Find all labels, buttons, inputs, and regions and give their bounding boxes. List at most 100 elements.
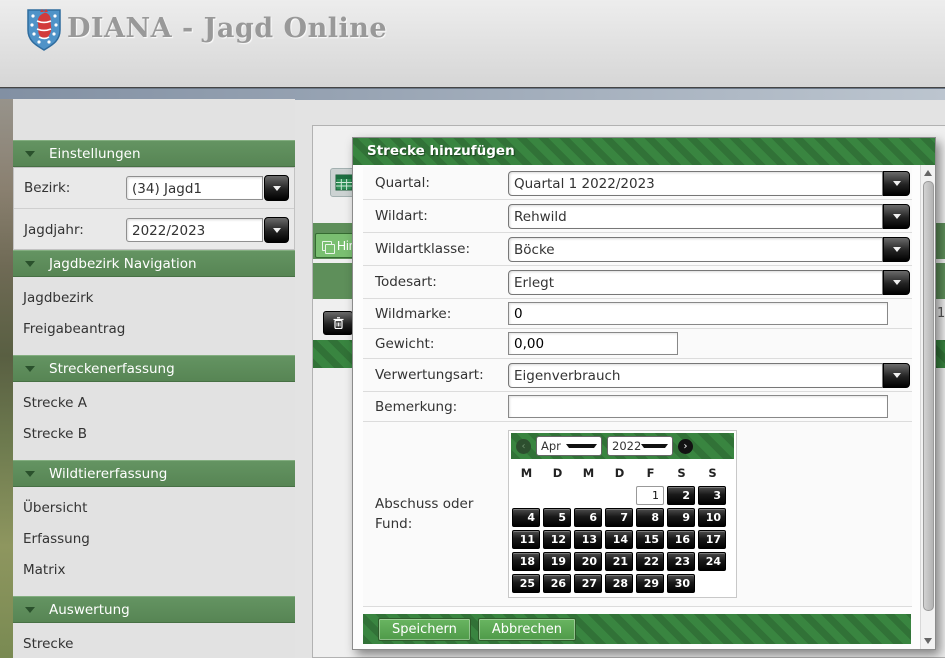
year-select[interactable]: 2022 [607, 436, 673, 456]
dropdown-arrow-icon [893, 247, 901, 252]
calendar-day-7[interactable]: 7 [605, 508, 633, 527]
scrollbar-down-icon[interactable] [924, 638, 932, 644]
sidebar-item-strecke-a[interactable]: Strecke A [13, 388, 295, 419]
calendar-day-22[interactable]: 22 [636, 552, 664, 571]
calendar-day-23[interactable]: 23 [667, 552, 695, 571]
background-photo [0, 99, 13, 658]
copy-icon [322, 241, 332, 251]
calendar-day-9[interactable]: 9 [667, 508, 695, 527]
settings-box: Bezirk: (34) Jagd1 Jagdjahr: 2022/2023 [13, 167, 295, 250]
verwertungsart-value[interactable]: Eigenverbrauch [508, 363, 883, 388]
jagdjahr-dropdown-button[interactable] [264, 217, 289, 243]
calendar-next-icon[interactable]: › [678, 439, 693, 454]
date-picker-header: ‹ Apr 2022 › [511, 433, 734, 459]
scrollbar-thumb[interactable] [923, 181, 934, 611]
app-header: DIANA - Jagd Online [0, 0, 945, 88]
bezirk-dropdown[interactable]: (34) Jagd1 [126, 175, 289, 201]
bemerkung-row: Bemerkung: [363, 392, 912, 422]
calendar-day-14[interactable]: 14 [605, 530, 633, 549]
verwertungsart-dropdown-button[interactable] [883, 363, 910, 388]
calendar-day-3[interactable]: 3 [698, 486, 726, 505]
calendar-day-19[interactable]: 19 [543, 552, 571, 571]
calendar-day-12[interactable]: 12 [543, 530, 571, 549]
bezirk-dropdown-button[interactable] [264, 175, 289, 201]
strecke-hinzufuegen-dialog: Strecke hinzufügen Quartal: Quartal 1 20… [352, 137, 936, 650]
wildartklasse-value[interactable]: Böcke [508, 237, 883, 262]
dialog-scrollbar[interactable] [920, 165, 935, 649]
verwertungsart-dropdown[interactable]: Eigenverbrauch [508, 363, 910, 388]
quartal-dropdown-button[interactable] [883, 171, 910, 196]
wildart-row: Wildart: Rehwild [363, 200, 912, 233]
save-button[interactable]: Speichern [378, 618, 471, 641]
calendar-day-10[interactable]: 10 [698, 508, 726, 527]
trash-icon [333, 317, 344, 329]
quartal-value[interactable]: Quartal 1 2022/2023 [508, 171, 883, 196]
row-count: 1 [937, 306, 945, 321]
collapse-arrow-icon [25, 151, 35, 157]
abschuss-label: Abschuss oder Fund: [375, 494, 508, 535]
delete-button[interactable] [323, 311, 353, 335]
collapse-arrow-icon [25, 366, 35, 372]
todesart-dropdown-button[interactable] [883, 270, 910, 295]
calendar-day-15[interactable]: 15 [636, 530, 664, 549]
calendar-day-24[interactable]: 24 [698, 552, 726, 571]
calendar-day-2[interactable]: 2 [667, 486, 695, 505]
calendar-day-27[interactable]: 27 [574, 574, 602, 593]
wildartklasse-dropdown[interactable]: Böcke [508, 237, 910, 262]
table-icon [335, 174, 353, 191]
calendar-day-5[interactable]: 5 [543, 508, 571, 527]
calendar-day-8[interactable]: 8 [636, 508, 664, 527]
sidebar-section-auswertung[interactable]: Auswertung [13, 596, 295, 623]
calendar-day-30[interactable]: 30 [667, 574, 695, 593]
sidebar-section-items: ÜbersichtErfassungMatrix [13, 487, 295, 596]
sidebar-section-jagdbezirk-navigation[interactable]: Jagdbezirk Navigation [13, 250, 295, 277]
calendar-day-11[interactable]: 11 [512, 530, 540, 549]
sidebar-section-einstellungen[interactable]: Einstellungen [13, 140, 295, 167]
jagdjahr-value[interactable]: 2022/2023 [126, 218, 263, 242]
sidebar-item-strecke[interactable]: Strecke [13, 629, 295, 658]
calendar-day-29[interactable]: 29 [636, 574, 664, 593]
weekday-label: D [604, 459, 635, 485]
wildmarke-input[interactable] [508, 302, 888, 325]
calendar-day-16[interactable]: 16 [667, 530, 695, 549]
todesart-value[interactable]: Erlegt [508, 270, 883, 295]
wildart-dropdown[interactable]: Rehwild [508, 204, 910, 229]
calendar-day-20[interactable]: 20 [574, 552, 602, 571]
month-select[interactable]: Apr [536, 436, 602, 456]
cancel-button[interactable]: Abbrechen [478, 618, 576, 641]
calendar-day-4[interactable]: 4 [512, 508, 540, 527]
calendar-day-13[interactable]: 13 [574, 530, 602, 549]
calendar-day-26[interactable]: 26 [543, 574, 571, 593]
sidebar-item--bersicht[interactable]: Übersicht [13, 493, 295, 524]
calendar-day-1[interactable]: 1 [636, 486, 664, 505]
sidebar-item-strecke-b[interactable]: Strecke B [13, 419, 295, 450]
quartal-dropdown[interactable]: Quartal 1 2022/2023 [508, 171, 910, 196]
jagdjahr-dropdown[interactable]: 2022/2023 [126, 217, 289, 243]
calendar-day-17[interactable]: 17 [698, 530, 726, 549]
wildartklasse-dropdown-button[interactable] [883, 237, 910, 262]
calendar-prev-icon[interactable]: ‹ [516, 439, 531, 454]
sidebar-section-label: Jagdbezirk Navigation [49, 256, 197, 272]
sidebar-item-freigabeantrag[interactable]: Freigabeantrag [13, 314, 295, 345]
bemerkung-input[interactable] [508, 395, 888, 418]
todesart-dropdown[interactable]: Erlegt [508, 270, 910, 295]
date-picker: ‹ Apr 2022 › MDMDFSS 1234567891011121314… [508, 430, 737, 598]
calendar-day-18[interactable]: 18 [512, 552, 540, 571]
wildart-dropdown-button[interactable] [883, 204, 910, 229]
sidebar-section-label: Wildtiererfassung [49, 466, 167, 482]
sidebar-item-matrix[interactable]: Matrix [13, 555, 295, 586]
sidebar-item-erfassung[interactable]: Erfassung [13, 524, 295, 555]
scrollbar-up-icon[interactable] [924, 170, 932, 176]
calendar-day-6[interactable]: 6 [574, 508, 602, 527]
calendar-day-21[interactable]: 21 [605, 552, 633, 571]
gewicht-input[interactable] [508, 332, 678, 355]
sidebar-item-jagdbezirk[interactable]: Jagdbezirk [13, 283, 295, 314]
app-title: DIANA - Jagd Online [67, 13, 387, 44]
calendar-day-25[interactable]: 25 [512, 574, 540, 593]
wildart-value[interactable]: Rehwild [508, 204, 883, 229]
bezirk-value[interactable]: (34) Jagd1 [126, 176, 263, 200]
sidebar-section-streckenerfassung[interactable]: Streckenerfassung [13, 355, 295, 382]
sidebar-section-wildtiererfassung[interactable]: Wildtiererfassung [13, 460, 295, 487]
calendar-day-28[interactable]: 28 [605, 574, 633, 593]
quartal-label: Quartal: [375, 175, 508, 191]
